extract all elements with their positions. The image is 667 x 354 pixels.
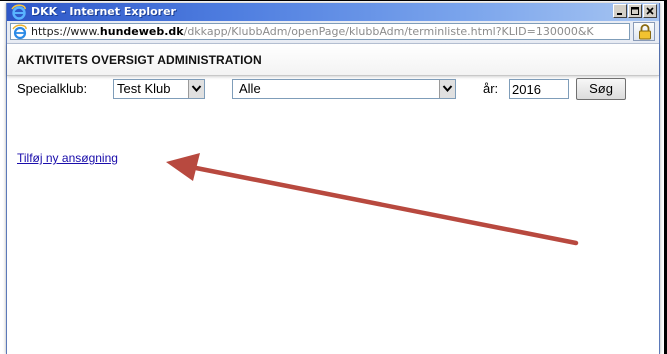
annotation-arrow-shaft (193, 165, 579, 246)
annotation-arrow-head (166, 153, 200, 181)
annotation-arrow (166, 153, 579, 246)
